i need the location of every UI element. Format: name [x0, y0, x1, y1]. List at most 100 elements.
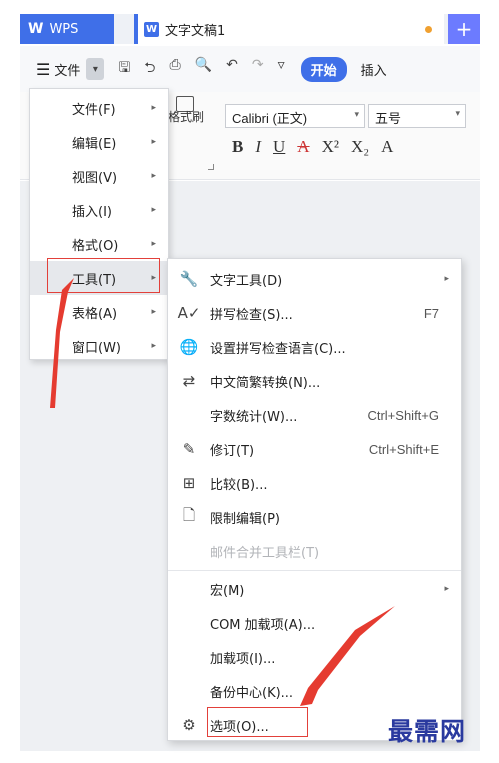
submenu-item-label: 文字工具(D) [210, 273, 283, 289]
tools-submenu: 🔧 文字工具(D) ▸ A✓ 拼写检查(S)... F7 🌐 设置拼写检查语言(… [167, 258, 462, 741]
menu-item-insert[interactable]: 插入(I) ▸ [30, 193, 168, 227]
more-icon[interactable]: ▿ [278, 57, 285, 81]
submenu-item-mail-merge: 邮件合并工具栏(T) [168, 534, 461, 568]
menu-item-label: 视图(V) [72, 170, 118, 186]
font-name-value: Calibri (正文) [232, 111, 308, 126]
underline-button[interactable]: U [273, 137, 285, 157]
submenu-item-revision[interactable]: ✎ 修订(T) Ctrl+Shift+E [168, 432, 461, 466]
menu-item-label: 窗口(W) [72, 340, 121, 356]
submenu-item-spell-check[interactable]: A✓ 拼写检查(S)... F7 [168, 296, 461, 330]
submenu-item-chinese-convert[interactable]: ⇄ 中文简繁转换(N)... [168, 364, 461, 398]
font-size-select[interactable]: 五号 ▾ [368, 104, 466, 128]
gear-icon: ⚙ [182, 716, 196, 734]
submenu-item-label: COM 加载项(A)... [210, 617, 316, 633]
group-expand-icon[interactable] [208, 164, 214, 170]
wrench-icon: 🔧 [179, 270, 199, 288]
menu-item-label: 文件(F) [72, 102, 116, 118]
chevron-right-icon: ▸ [151, 239, 156, 249]
superscript-button[interactable]: X² [322, 137, 339, 157]
submenu-item-restrict-edit[interactable]: 🗋 限制编辑(P) [168, 500, 461, 534]
watermark-logo: 最需网 [388, 717, 467, 746]
chevron-down-icon: ▾ [455, 109, 460, 119]
spell-check-icon: A✓ [177, 304, 201, 322]
subscript-button[interactable]: X₂ [351, 137, 369, 157]
submenu-item-com-addins[interactable]: COM 加载项(A)... [168, 606, 461, 640]
undo-history-icon[interactable]: ⮌ [144, 57, 155, 81]
format-brush-label[interactable]: 格式刷 [168, 108, 204, 125]
menu-item-label: 插入(I) [72, 204, 112, 220]
submenu-item-macro[interactable]: 宏(M) ▸ [168, 572, 461, 606]
document-tab[interactable]: W 文字文稿1 [134, 14, 444, 44]
submenu-item-label: 限制编辑(P) [210, 511, 280, 527]
chevron-right-icon: ▸ [444, 584, 449, 594]
chevron-down-icon: ▾ [354, 109, 359, 119]
file-dropdown-menu: 文件(F) ▸ 编辑(E) ▸ 视图(V) ▸ 插入(I) ▸ 格式(O) ▸ … [29, 88, 169, 360]
menu-item-table[interactable]: 表格(A) ▸ [30, 295, 168, 329]
menu-item-label: 编辑(E) [72, 136, 117, 152]
chevron-right-icon: ▸ [151, 171, 156, 181]
submenu-item-label: 拼写检查(S)... [210, 307, 293, 323]
wps-logo-icon: W [28, 21, 44, 37]
print-preview-icon[interactable]: 🔍 [195, 57, 212, 81]
submenu-item-label: 字数统计(W)... [210, 409, 298, 425]
submenu-item-label: 邮件合并工具栏(T) [210, 545, 320, 561]
font-size-value: 五号 [375, 112, 402, 127]
hamburger-icon: ☰ [36, 59, 51, 79]
convert-icon: ⇄ [182, 372, 196, 390]
submenu-item-compare[interactable]: ⊞ 比较(B)... [168, 466, 461, 500]
submenu-item-spell-language[interactable]: 🌐 设置拼写检查语言(C)... [168, 330, 461, 364]
submenu-item-label: 设置拼写检查语言(C)... [210, 341, 346, 357]
unsaved-dot-icon [425, 26, 432, 33]
restrict-edit-icon: 🗋 [182, 505, 196, 524]
submenu-item-text-tools[interactable]: 🔧 文字工具(D) ▸ [168, 262, 461, 296]
submenu-item-label: 备份中心(K)... [210, 685, 294, 701]
shortcut-label: Ctrl+Shift+G [367, 407, 439, 423]
italic-button[interactable]: I [255, 137, 261, 157]
menu-item-file[interactable]: 文件(F) ▸ [30, 91, 168, 125]
submenu-item-word-count[interactable]: 字数统计(W)... Ctrl+Shift+G [168, 398, 461, 432]
undo-icon[interactable]: ↶ [226, 57, 238, 81]
menu-item-format[interactable]: 格式(O) ▸ [30, 227, 168, 261]
menu-item-label: 表格(A) [72, 306, 118, 322]
redo-icon[interactable]: ↷ [252, 57, 264, 81]
save-icon[interactable]: 🖫 [118, 57, 130, 81]
chevron-right-icon: ▸ [444, 274, 449, 284]
submenu-item-label: 中文简繁转换(N)... [210, 375, 321, 391]
chevron-right-icon: ▸ [151, 205, 156, 215]
font-name-select[interactable]: Calibri (正文) ▾ [225, 104, 365, 128]
file-menu-button[interactable]: ☰ 文件 ▾ [36, 58, 105, 80]
language-globe-icon: 🌐 [179, 338, 199, 356]
tab-insert[interactable]: 插入 [361, 60, 387, 79]
wps-home-tab[interactable]: W WPS [20, 14, 114, 44]
compare-icon: ⊞ [182, 474, 196, 492]
chevron-right-icon: ▸ [151, 103, 156, 113]
chevron-down-icon[interactable]: ▾ [86, 58, 105, 80]
submenu-item-addins[interactable]: 加载项(I)... [168, 640, 461, 674]
submenu-item-label: 加载项(I)... [210, 651, 276, 667]
submenu-item-label: 修订(T) [210, 443, 255, 459]
menu-item-edit[interactable]: 编辑(E) ▸ [30, 125, 168, 159]
quick-toolbar: ☰ 文件 ▾ 🖫 ⮌ ⎙ 🔍 ↶ ↷ ▿ 开始 插入 [20, 46, 480, 92]
new-tab-button[interactable]: + [448, 14, 480, 44]
menu-item-window[interactable]: 窗口(W) ▸ [30, 329, 168, 363]
chevron-right-icon: ▸ [151, 137, 156, 147]
tab-start[interactable]: 开始 [300, 56, 347, 82]
print-icon[interactable]: ⎙ [170, 57, 181, 81]
shortcut-label: Ctrl+Shift+E [368, 441, 439, 457]
chevron-right-icon: ▸ [151, 307, 156, 317]
chevron-right-icon: ▸ [151, 341, 156, 351]
file-menu-label: 文件 [54, 63, 81, 79]
menu-item-label: 格式(O) [72, 238, 119, 254]
submenu-item-backup-center[interactable]: 备份中心(K)... [168, 674, 461, 708]
document-tab-title: 文字文稿1 [165, 23, 226, 39]
menu-item-view[interactable]: 视图(V) ▸ [30, 159, 168, 193]
word-doc-icon: W [144, 21, 159, 37]
text-effect-button[interactable]: A [381, 137, 393, 157]
bold-button[interactable]: B [232, 137, 243, 157]
submenu-item-label: 宏(M) [210, 583, 245, 599]
strikethrough-button[interactable]: A [297, 137, 309, 157]
menu-divider [168, 570, 461, 571]
wps-app-name: WPS [49, 21, 79, 37]
tools-highlight-box [47, 258, 160, 293]
title-bar: W WPS W 文字文稿1 + [20, 14, 480, 44]
